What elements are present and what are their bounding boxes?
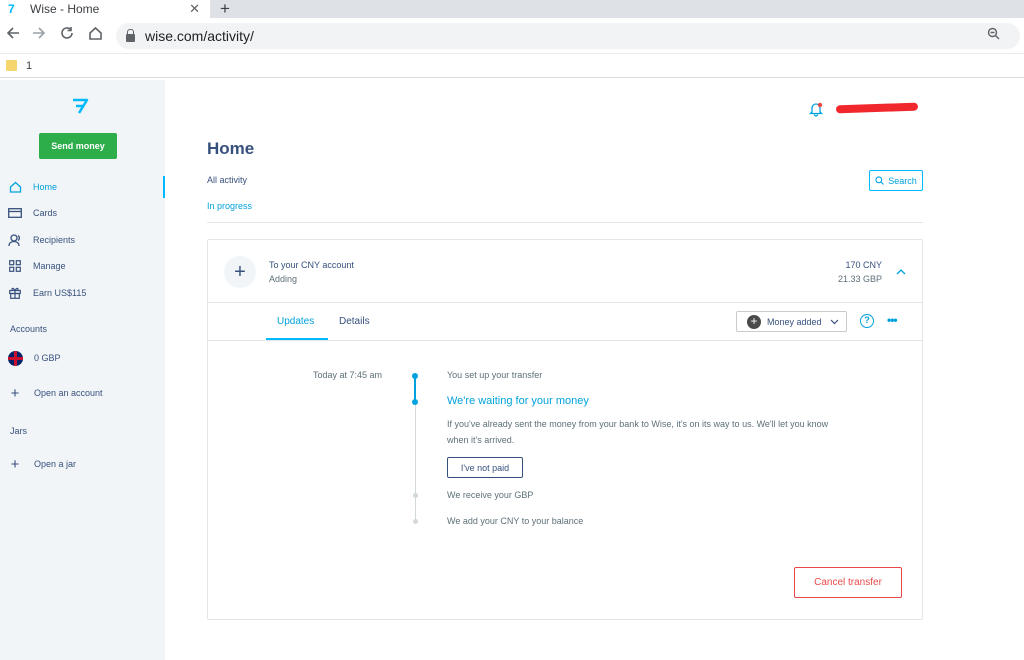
- uk-flag-icon: [8, 350, 23, 366]
- lock-icon: [126, 29, 135, 42]
- search-button[interactable]: Search: [869, 170, 923, 191]
- search-label: Search: [888, 175, 917, 186]
- sidebar-item-home[interactable]: Home: [0, 176, 165, 198]
- close-tab-icon[interactable]: ✕: [189, 1, 200, 17]
- home-icon[interactable]: [85, 26, 105, 45]
- sidebar-item-manage[interactable]: Manage: [0, 255, 165, 277]
- account-gbp[interactable]: 0 GBP: [0, 347, 165, 369]
- help-icon[interactable]: ?: [860, 314, 874, 328]
- sidebar-item-cards[interactable]: Cards: [0, 202, 165, 224]
- sidebar-item-recipients[interactable]: Recipients: [0, 229, 165, 251]
- page-title: Home: [207, 139, 255, 158]
- grid-icon: [8, 259, 22, 273]
- card-icon: [8, 206, 22, 220]
- sidebar-item-label: Manage: [33, 261, 66, 271]
- not-paid-button[interactable]: I've not paid: [447, 457, 523, 478]
- divider: [207, 222, 923, 223]
- folder-icon: [6, 60, 17, 71]
- open-jar-link[interactable]: + Open a jar: [0, 453, 165, 475]
- divider: [208, 302, 922, 303]
- sidebar-item-label: Earn US$115: [33, 288, 87, 298]
- notification-bell-icon[interactable]: [808, 101, 824, 122]
- bookmarks-bar: 1: [0, 54, 1024, 78]
- home-icon: [8, 180, 22, 194]
- filter-all-activity[interactable]: All activity: [207, 175, 247, 185]
- wise-logo[interactable]: [71, 98, 89, 119]
- redacted-profile-name[interactable]: [835, 102, 919, 114]
- plus-icon: +: [10, 384, 20, 402]
- browser-tab-bar: 7 Wise - Home ✕ +: [0, 0, 1024, 18]
- sidebar: Send money Home Cards Recipients Manage …: [0, 80, 165, 660]
- account-balance: 0 GBP: [34, 353, 61, 363]
- back-icon[interactable]: [3, 26, 23, 45]
- timeline-time: Today at 7:45 am: [313, 370, 383, 380]
- sidebar-item-label: Home: [33, 182, 58, 192]
- timeline-dot-pending: [413, 493, 418, 498]
- sidebar-item-label: Cards: [33, 208, 58, 218]
- divider: [208, 340, 922, 341]
- address-bar: wise.com/activity/: [0, 18, 1024, 54]
- transfer-card: + To your CNY account Adding 170 CNY 21.…: [207, 239, 923, 620]
- forward-icon[interactable]: [29, 26, 49, 45]
- transfer-source-amount: 21.33 GBP: [837, 274, 882, 284]
- search-icon: [875, 176, 885, 185]
- open-jar-label: Open a jar: [34, 459, 77, 469]
- bookmark-item[interactable]: 1: [26, 60, 32, 72]
- transfer-amount: 170 CNY: [845, 260, 882, 270]
- filter-in-progress[interactable]: In progress: [207, 201, 252, 211]
- sidebar-item-label: Recipients: [33, 235, 76, 245]
- timeline-step-setup: You set up your transfer: [447, 370, 543, 380]
- new-tab-button[interactable]: +: [220, 0, 230, 19]
- recipients-icon: [8, 233, 22, 247]
- gift-icon: [8, 286, 22, 300]
- chevron-up-icon[interactable]: [896, 267, 906, 278]
- sidebar-item-earn[interactable]: Earn US$115: [0, 282, 165, 304]
- timeline-current-description: If you've already sent the money from yo…: [447, 419, 829, 445]
- url-text: wise.com/activity/: [145, 28, 254, 44]
- timeline-line-pending: [415, 402, 416, 522]
- zoom-icon[interactable]: [987, 27, 1000, 43]
- omnibox[interactable]: wise.com/activity/: [116, 23, 1020, 49]
- plus-circle-icon: +: [747, 314, 761, 329]
- reload-icon[interactable]: [57, 26, 77, 45]
- add-money-icon: +: [224, 256, 256, 288]
- tab-details[interactable]: Details: [339, 316, 370, 327]
- timeline-step-balance: We add your CNY to your balance: [447, 516, 584, 526]
- tab-title: Wise - Home: [30, 2, 100, 16]
- browser-tab[interactable]: 7 Wise - Home ✕: [0, 0, 210, 18]
- more-options-icon[interactable]: •••: [887, 313, 898, 327]
- transfer-title[interactable]: To your CNY account: [269, 260, 354, 270]
- transfer-status: Adding: [269, 274, 298, 284]
- status-dropdown[interactable]: + Money added: [736, 311, 847, 332]
- timeline-dot-done: [412, 373, 418, 379]
- plus-icon: +: [10, 455, 20, 473]
- timeline-current-title: We're waiting for your money: [447, 395, 589, 407]
- timeline-step-receive: We receive your GBP: [447, 490, 534, 500]
- chevron-down-icon: [830, 317, 839, 327]
- accounts-heading: Accounts: [10, 324, 48, 334]
- wise-favicon-icon: 7: [8, 2, 15, 16]
- cancel-transfer-button[interactable]: Cancel transfer: [794, 567, 902, 598]
- tab-updates[interactable]: Updates: [277, 316, 314, 327]
- open-account-label: Open an account: [34, 388, 103, 398]
- open-account-link[interactable]: + Open an account: [0, 382, 165, 404]
- jars-heading: Jars: [10, 426, 28, 436]
- timeline-dot-current: [412, 399, 418, 405]
- send-money-button[interactable]: Send money: [39, 133, 117, 159]
- timeline-dot-pending: [413, 519, 418, 524]
- status-dropdown-label: Money added: [767, 316, 822, 327]
